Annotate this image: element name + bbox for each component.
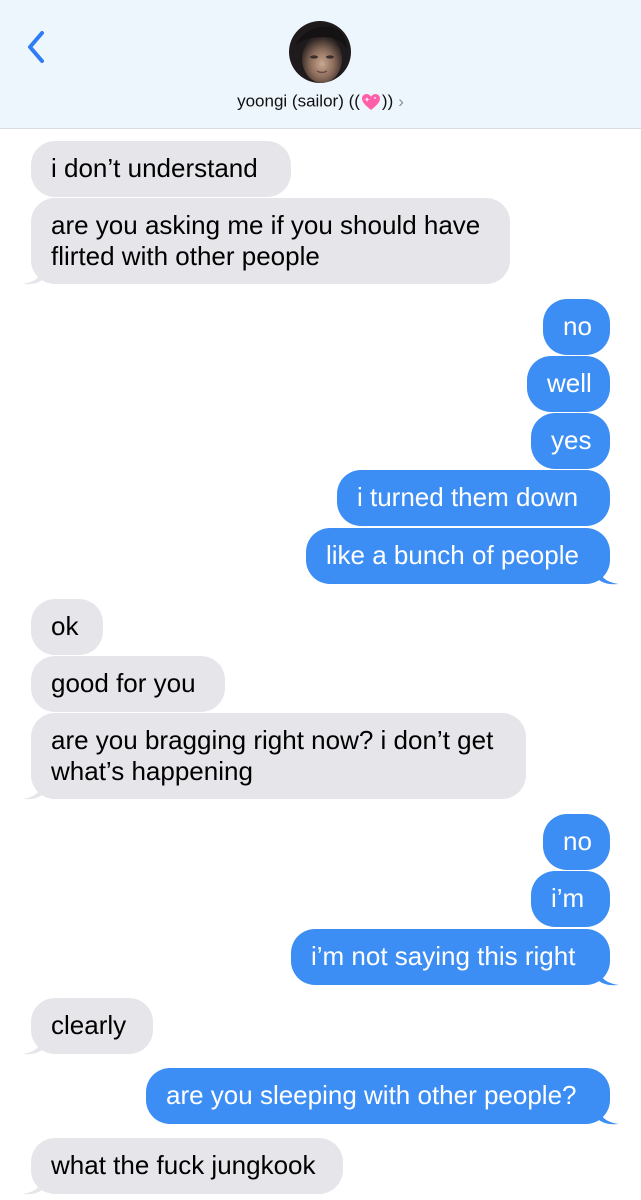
contact-name-end: )) [381,91,394,111]
message-bubble-outgoing[interactable]: no [543,814,610,870]
bubble-tail [22,781,44,800]
message-bubble-incoming[interactable]: clearly [31,998,153,1054]
conversation-header: yoongi (sailor) (( )) › [0,0,641,129]
bubble-tail [597,1106,619,1125]
chevron-right-icon: › [398,91,404,111]
contact-name-button[interactable]: yoongi (sailor) (( )) › [0,91,641,112]
bubble-tail [22,1036,44,1055]
bubble-tail [597,967,619,986]
message-bubble-incoming[interactable]: are you asking me if you should have fli… [31,198,510,284]
message-bubble-outgoing[interactable]: yes [531,413,610,469]
message-bubble-incoming[interactable]: i don’t understand [31,141,291,197]
message-bubble-incoming[interactable]: what the fuck jungkook [31,1138,343,1194]
bubble-tail [22,266,44,285]
contact-name: yoongi (sailor) (( [237,91,360,111]
message-bubble-incoming[interactable]: are you bragging right now? i don’t get … [31,713,526,799]
chevron-left-icon [28,31,44,63]
message-bubble-outgoing[interactable]: i’m not saying this right [291,929,610,985]
bubble-tail [22,1176,44,1195]
message-thread: i don’t understand are you asking me if … [0,129,641,1200]
message-bubble-outgoing[interactable]: i turned them down [337,470,610,526]
bubble-tail [597,566,619,585]
message-bubble-incoming[interactable]: ok [31,599,103,655]
sparkling-heart-icon [361,93,380,110]
back-button[interactable] [22,27,52,67]
message-bubble-outgoing[interactable]: like a bunch of people [306,528,610,584]
message-bubble-incoming[interactable]: good for you [31,656,225,712]
avatar-photo [289,21,351,83]
message-bubble-outgoing[interactable]: well [527,356,610,412]
message-bubble-outgoing[interactable]: are you sleeping with other people? [146,1068,610,1124]
contact-avatar[interactable] [289,21,351,83]
message-bubble-outgoing[interactable]: no [543,299,610,355]
message-bubble-outgoing[interactable]: i’m [531,871,610,927]
